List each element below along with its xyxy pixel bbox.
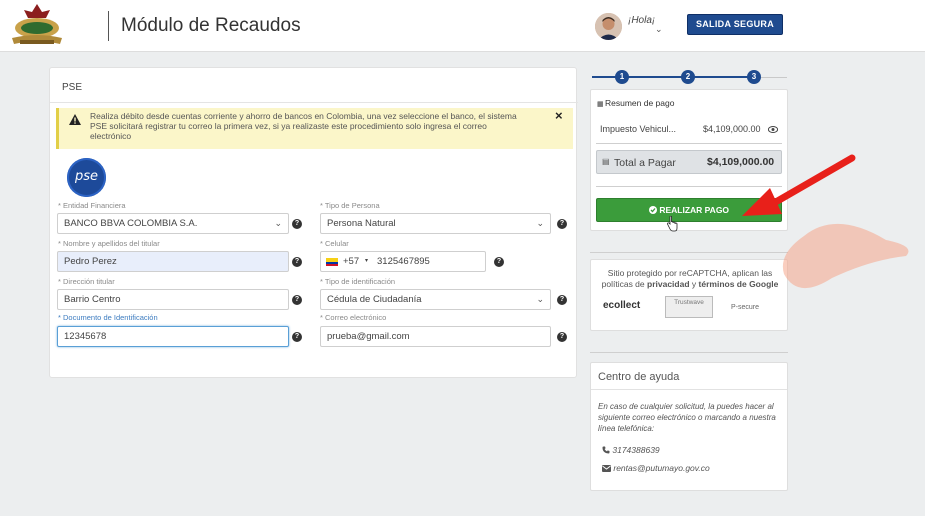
tipo-persona-value: Persona Natural (327, 218, 396, 229)
step-1[interactable]: 1 (615, 70, 629, 84)
payment-form-card: PSE Realiza débito desde cuentas corrien… (49, 67, 578, 378)
celular-input[interactable]: +57 ▾ 3125467895 (320, 251, 486, 272)
help-center-card: Centro de ayuda En caso de cualquier sol… (590, 362, 788, 491)
caret-down-icon[interactable]: ▾ (365, 252, 368, 271)
direccion-input[interactable]: Barrio Centro (57, 289, 289, 310)
documento-input[interactable]: 12345678 (57, 326, 289, 347)
help-email-row: rentas@putumayo.gov.co (602, 463, 710, 473)
direccion-label: * Dirección titular (58, 277, 115, 286)
nombre-label: * Nombre y apellidos del titular (58, 239, 160, 248)
correo-label: * Correo electrónico (320, 313, 387, 322)
tab-divider (50, 102, 578, 103)
annotation-overlay (742, 154, 909, 289)
alert-message: Realiza débito desde cuentas corriente y… (90, 111, 517, 141)
summary-item-row: Impuesto Vehicul... $4,109,000.00 (596, 118, 782, 140)
help-icon[interactable]: ? (292, 295, 302, 305)
pse-logo: pse (67, 158, 106, 197)
close-icon[interactable]: × (555, 109, 563, 122)
step-2[interactable]: 2 (681, 70, 695, 84)
logout-button[interactable]: SALIDA SEGURA (687, 14, 783, 35)
colombia-flag-icon[interactable] (326, 258, 338, 266)
summary-title: ▦ Resumen de pago (597, 98, 674, 108)
help-phone-row: 3174388639 (602, 445, 660, 455)
list-icon: ▦ (597, 101, 604, 108)
summary-item-value: $4,109,000.00 (703, 124, 761, 134)
summary-item-label: Impuesto Vehicul... (600, 124, 677, 134)
chevron-down-icon[interactable]: ⌄ (655, 24, 663, 35)
tipo-id-value: Cédula de Ciudadanía (327, 294, 422, 305)
user-avatar[interactable] (595, 13, 622, 40)
putumayo-logo[interactable] (6, 2, 68, 48)
help-icon[interactable]: ? (557, 295, 567, 305)
help-icon[interactable]: ? (494, 257, 504, 267)
help-center-title: Centro de ayuda (591, 363, 787, 390)
page-title: Módulo de Recaudos (121, 15, 301, 36)
entidad-value: BANCO BBVA COLOMBIA S.A. (64, 218, 198, 229)
highlight-mark (782, 223, 909, 289)
user-greeting[interactable]: ¡Hola¡ (628, 15, 655, 26)
help-icon[interactable]: ? (557, 219, 567, 229)
red-arrow-shaft (770, 154, 856, 207)
summary-title-text: Resumen de pago (605, 98, 675, 108)
celular-value: 3125467895 (377, 256, 430, 267)
tipo-persona-label: * Tipo de Persona (320, 201, 380, 210)
documento-label: * Documento de Identificación (58, 313, 158, 322)
help-icon[interactable]: ? (292, 332, 302, 342)
tipo-id-select[interactable]: Cédula de Ciudadanía ⌄ (320, 289, 551, 310)
warning-icon (69, 114, 81, 125)
help-email[interactable]: rentas@putumayo.gov.co (613, 463, 709, 473)
help-center-text: En caso de cualquier solicitud, la puede… (598, 402, 776, 433)
chevron-down-icon: ⌄ (536, 218, 544, 228)
section-divider-2 (590, 352, 788, 353)
celular-label: * Celular (320, 239, 349, 248)
help-phone[interactable]: 3174388639 (612, 445, 659, 455)
help-icon[interactable]: ? (292, 219, 302, 229)
envelope-icon (602, 465, 611, 472)
help-icon[interactable]: ? (557, 332, 567, 342)
nombre-input[interactable]: Pedro Perez (57, 251, 289, 272)
info-alert: Realiza débito desde cuentas corriente y… (56, 108, 573, 149)
tipo-id-label: * Tipo de identificación (320, 277, 396, 286)
phone-prefix[interactable]: +57 (343, 252, 359, 271)
header-divider (108, 11, 109, 41)
tab-pse[interactable]: PSE (62, 82, 82, 93)
red-arrow-head (742, 188, 782, 216)
eye-icon[interactable] (768, 126, 778, 133)
hand-cursor-icon (667, 216, 678, 232)
entidad-label: * Entidad Financiera (58, 201, 126, 210)
chevron-down-icon: ⌄ (536, 294, 544, 304)
phone-icon (602, 446, 610, 454)
chevron-down-icon: ⌄ (274, 218, 282, 228)
entidad-select[interactable]: BANCO BBVA COLOMBIA S.A. ⌄ (57, 213, 289, 234)
step-3[interactable]: 3 (747, 70, 761, 84)
correo-input[interactable]: prueba@gmail.com (320, 326, 551, 347)
user-avatar-icon (595, 13, 622, 40)
top-header: Módulo de Recaudos ¡Hola¡ ⌄ SALIDA SEGUR… (0, 0, 925, 52)
summary-divider (596, 143, 782, 144)
tipo-persona-select[interactable]: Persona Natural ⌄ (320, 213, 551, 234)
help-icon[interactable]: ? (292, 257, 302, 267)
